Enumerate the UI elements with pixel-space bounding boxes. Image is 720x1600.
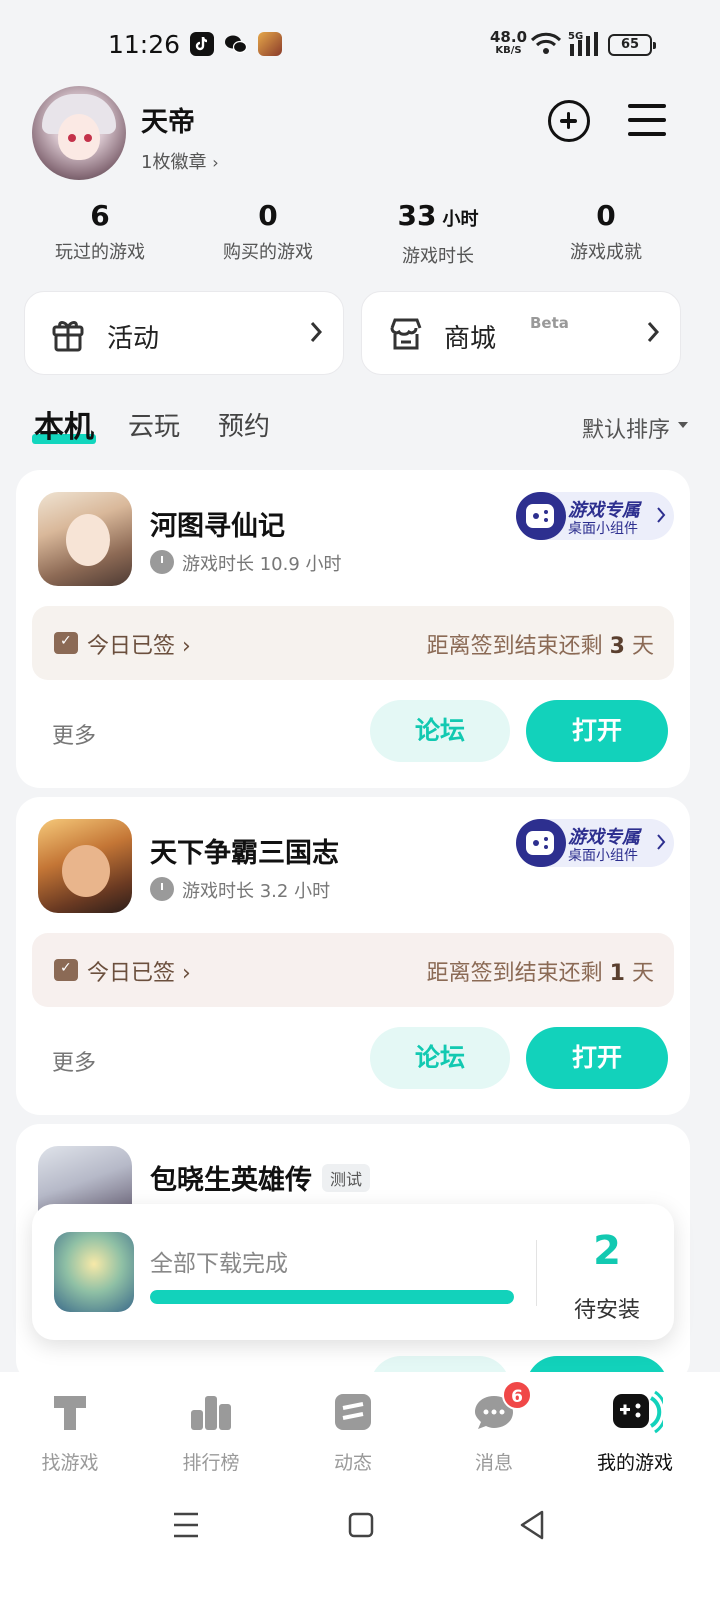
download-status: 全部下载完成: [150, 1251, 288, 1277]
game-icon[interactable]: [38, 492, 132, 586]
store-card[interactable]: 商城 Beta: [361, 291, 681, 375]
nav-feed[interactable]: 动态: [288, 1388, 418, 1475]
menu-button[interactable]: [628, 104, 666, 138]
status-time: 11:26: [108, 30, 181, 59]
back-icon[interactable]: [520, 1510, 544, 1540]
play-time: 游戏时长 10.9 小时: [150, 550, 342, 576]
open-button[interactable]: 打开: [526, 700, 668, 762]
stat-play-time[interactable]: 33 小时 游戏时长: [353, 198, 523, 268]
sign-in-bar[interactable]: 今日已签 › 距离签到结束还剩 3 天: [32, 606, 674, 680]
wifi-icon: [530, 32, 562, 60]
game-card: 河图寻仙记 游戏时长 10.9 小时 游戏专属 桌面小组件 今日已签 › 距离签…: [16, 470, 690, 788]
pending-install-count: 2: [593, 1228, 621, 1274]
nav-find-game[interactable]: 找游戏: [5, 1388, 135, 1475]
gamepad-icon: [516, 819, 566, 867]
recent-apps-icon[interactable]: [174, 1512, 198, 1538]
chevron-right-icon: [646, 320, 660, 348]
avatar[interactable]: [32, 86, 126, 180]
badges-link[interactable]: 1枚徽章 ›: [141, 148, 219, 174]
network-speed: 48.0 KB/S: [490, 28, 528, 57]
sign-remaining: 距离签到结束还剩 3 天: [426, 634, 654, 659]
stats-row: 6 玩过的游戏 0 购买的游戏 33 小时 游戏时长 0 游戏成就: [0, 198, 720, 268]
game-app-icon: [258, 32, 282, 56]
tiktok-icon: [190, 32, 214, 56]
play-time: 游戏时长 3.2 小时: [150, 877, 330, 903]
feed-icon: [329, 1388, 377, 1436]
activity-label: 活动: [107, 324, 160, 354]
system-navigation: [0, 1480, 720, 1600]
sign-in-bar[interactable]: 今日已签 › 距离签到结束还剩 1 天: [32, 933, 674, 1007]
gamepad-icon: [516, 492, 566, 540]
store-icon: [388, 316, 424, 356]
signal-icon: 5G: [568, 30, 602, 62]
sign-remaining: 距离签到结束还剩 1 天: [426, 961, 654, 986]
download-game-icon: [54, 1232, 134, 1312]
timer-icon: [150, 877, 174, 901]
nav-my-games[interactable]: 我的游戏: [570, 1388, 700, 1475]
caret-down-icon: [678, 422, 688, 428]
tab-bar: 本机 云玩 预约 默认排序: [0, 400, 720, 450]
game-name: 天下争霸三国志: [150, 838, 339, 869]
sort-dropdown[interactable]: 默认排序: [582, 412, 670, 444]
calendar-check-icon: [54, 632, 78, 654]
desktop-widget-button[interactable]: 游戏专属 桌面小组件: [516, 819, 674, 867]
stat-played-games[interactable]: 6 玩过的游戏: [15, 198, 185, 264]
unread-badge: 6: [502, 1380, 532, 1410]
find-game-icon: [46, 1388, 94, 1436]
username: 天帝: [141, 107, 195, 138]
game-card: 天下争霸三国志 游戏时长 3.2 小时 游戏专属 桌面小组件 今日已签 › 距离…: [16, 797, 690, 1115]
beta-tag: Beta: [530, 314, 569, 332]
nav-messages[interactable]: 6 消息: [429, 1380, 559, 1475]
stat-purchased-games[interactable]: 0 购买的游戏: [183, 198, 353, 264]
more-button[interactable]: 更多: [52, 1045, 96, 1077]
game-name: 包晓生英雄传 测试: [150, 1158, 371, 1197]
open-button[interactable]: 打开: [526, 1027, 668, 1089]
forum-button[interactable]: 论坛: [370, 700, 510, 762]
timer-icon: [150, 550, 174, 574]
pending-install-label: 待安装: [573, 1298, 640, 1323]
chevron-right-icon: [656, 833, 666, 855]
activity-card[interactable]: 活动: [24, 291, 344, 375]
test-tag: 测试: [322, 1164, 371, 1192]
gift-icon: [51, 316, 85, 356]
chevron-right-icon: [656, 506, 666, 528]
forum-button[interactable]: 论坛: [370, 1027, 510, 1089]
battery-icon: 65: [608, 34, 656, 56]
download-progress-fill: [150, 1290, 514, 1304]
download-panel[interactable]: 全部下载完成 2 待安装: [32, 1204, 674, 1340]
tab-local[interactable]: 本机: [34, 402, 94, 446]
game-name: 河图寻仙记: [150, 511, 285, 542]
calendar-check-icon: [54, 959, 78, 981]
more-button[interactable]: 更多: [52, 718, 96, 750]
wechat-icon: [224, 32, 248, 56]
message-icon: 6: [470, 1380, 532, 1436]
tab-cloud[interactable]: 云玩: [128, 406, 180, 443]
chevron-right-icon: [309, 320, 323, 348]
game-icon[interactable]: [38, 819, 132, 913]
nav-ranking[interactable]: 排行榜: [146, 1388, 276, 1475]
status-bar: 11:26 48.0 KB/S 5G 65: [0, 0, 720, 90]
ranking-icon: [187, 1388, 235, 1436]
tab-reserve[interactable]: 预约: [218, 406, 270, 443]
home-icon[interactable]: [348, 1512, 374, 1538]
desktop-widget-button[interactable]: 游戏专属 桌面小组件: [516, 492, 674, 540]
add-button[interactable]: [548, 100, 590, 142]
stat-achievements[interactable]: 0 游戏成就: [521, 198, 691, 264]
store-label: 商城 Beta: [444, 314, 569, 354]
my-games-icon: [611, 1388, 668, 1436]
download-progress-bar: [150, 1290, 514, 1304]
